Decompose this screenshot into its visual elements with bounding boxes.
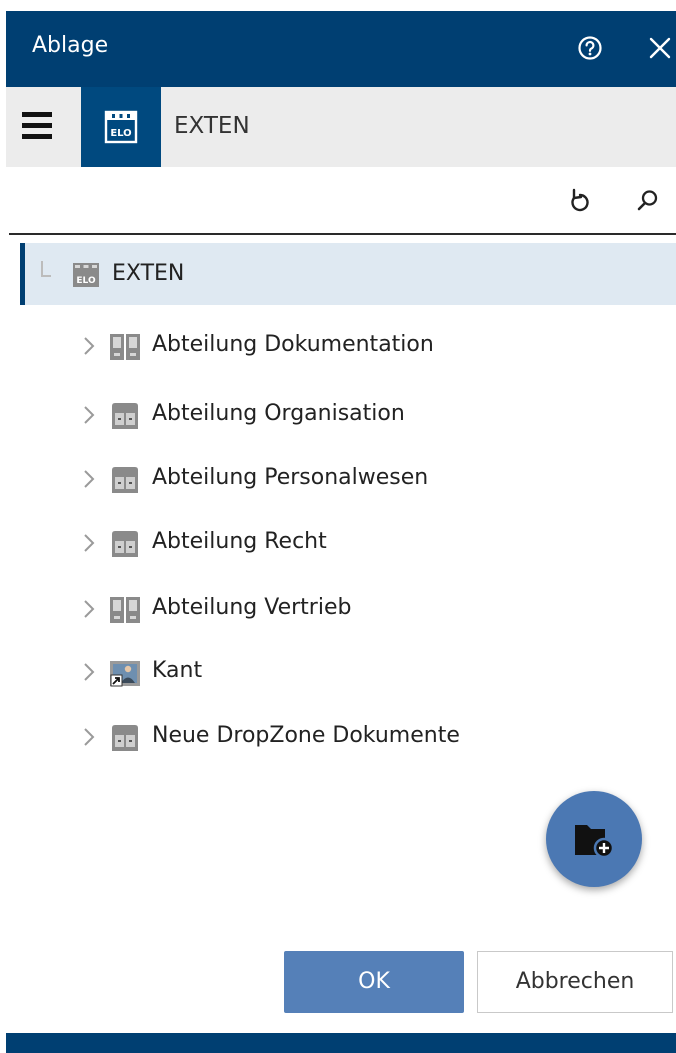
add-folder-icon [575,825,615,859]
chevron-right-icon[interactable] [82,404,96,426]
refresh-icon[interactable] [568,188,592,214]
divider [9,233,676,235]
chevron-right-icon[interactable] [82,726,96,748]
tree-item[interactable]: Abteilung Organisation [6,391,676,441]
cabinet-icon [112,403,138,429]
title-bar: Ablage [6,11,676,87]
cabinet-icon [112,531,138,557]
repository-button[interactable]: ELO [81,87,161,167]
elo-repository-icon: ELO [73,263,99,287]
tree-item-label: Abteilung Recht [152,529,327,554]
chevron-right-icon[interactable] [82,598,96,620]
chevron-right-icon[interactable] [82,532,96,554]
tree-item[interactable]: Abteilung Vertrieb [6,585,676,635]
svg-text:ELO: ELO [110,128,131,139]
chevron-right-icon[interactable] [82,335,96,357]
hamburger-menu-icon[interactable] [22,112,52,140]
tree-item-label: Abteilung Personalwesen [152,465,429,490]
storage-dialog: Ablage ELO EXTEN ELO EXTEN Abteilung Dok… [6,11,676,1053]
tree-root-label: EXTEN [112,261,185,286]
new-folder-button[interactable] [546,791,642,887]
tree-item-label: Abteilung Dokumentation [152,332,434,357]
cancel-button[interactable]: Abbrechen [477,951,673,1013]
elo-repository-icon: ELO [104,110,138,144]
chevron-right-icon[interactable] [82,661,96,683]
shortcut-folder-icon [110,661,140,687]
repository-name: EXTEN [174,113,250,139]
tree-item-label: Neue DropZone Dokumente [152,723,460,748]
svg-text:ELO: ELO [76,276,96,286]
tree-item-label: Kant [152,658,203,683]
cabinet-icon [112,467,138,493]
tree-connector [41,261,51,277]
tree-root-item[interactable]: ELO EXTEN [20,243,676,305]
search-icon[interactable] [636,188,660,214]
tree-item[interactable]: Neue DropZone Dokumente [6,713,676,763]
close-icon[interactable] [647,35,673,61]
double-folder-icon [110,597,140,623]
tree-item[interactable]: Abteilung Recht [6,519,676,569]
tree-item-label: Abteilung Vertrieb [152,595,352,620]
ok-button[interactable]: OK [284,951,464,1013]
double-folder-icon [110,334,140,360]
help-icon[interactable] [577,35,603,61]
cabinet-icon [112,725,138,751]
tree-item[interactable]: Kant [6,648,676,698]
tree-item-label: Abteilung Organisation [152,401,405,426]
tree-actions [6,167,676,233]
tree-item[interactable]: Abteilung Personalwesen [6,455,676,505]
chevron-right-icon[interactable] [82,468,96,490]
tree-item[interactable]: Abteilung Dokumentation [6,322,676,372]
bottom-bar [6,1033,676,1053]
dialog-title: Ablage [32,33,109,58]
toolbar: ELO EXTEN [6,87,676,167]
